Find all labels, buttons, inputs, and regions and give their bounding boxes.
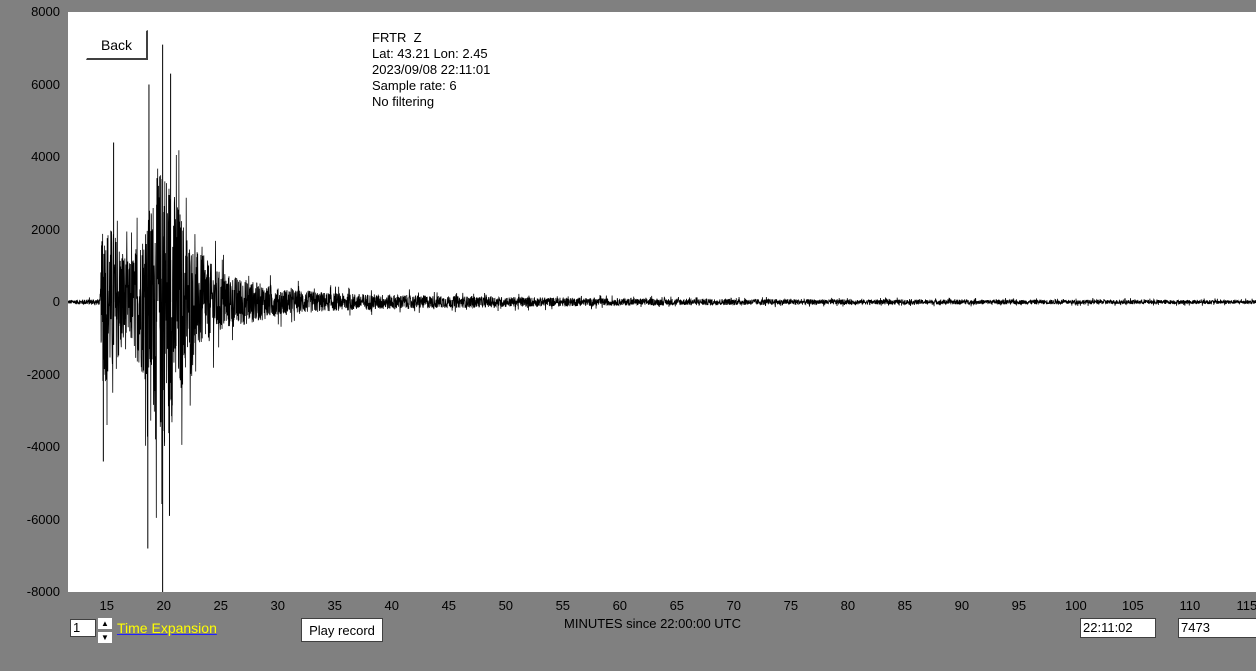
x-tick-label: 15	[99, 598, 114, 613]
y-tick-label: 2000	[31, 221, 60, 237]
x-tick-label: 40	[384, 598, 400, 613]
seismic-trace	[68, 150, 1256, 518]
seismogram-svg	[68, 44, 1256, 592]
y-tick-label: 0	[52, 294, 60, 309]
count-readout: 7473	[1178, 618, 1256, 638]
play-record-button[interactable]: Play record	[301, 618, 383, 642]
x-tick-label: 20	[156, 598, 171, 613]
x-tick-label: 80	[840, 598, 856, 613]
x-axis-label: MINUTES since 22:00:00 UTC	[564, 616, 742, 631]
sample-rate: Sample rate: 6	[372, 78, 457, 93]
x-tick-label: 75	[783, 598, 799, 613]
filter-status: No filtering	[372, 94, 435, 109]
x-tick-label: 70	[726, 598, 742, 613]
x-tick-label: 30	[270, 598, 285, 613]
x-tick-label: 115	[1236, 598, 1256, 613]
y-tick-label: -4000	[26, 439, 60, 454]
station-info: FRTR Z Lat: 43.21 Lon: 2.45 2023/09/08 2…	[372, 30, 490, 110]
x-tick-label: 45	[441, 598, 457, 613]
y-tick-label: -2000	[26, 366, 60, 382]
x-tick-label: 60	[612, 598, 628, 613]
x-tick-label: 110	[1179, 598, 1201, 613]
record-datetime: 2023/09/08 22:11:01	[372, 62, 491, 77]
x-tick-label: 25	[213, 598, 228, 613]
x-tick-label: 55	[555, 598, 571, 613]
spin-up-icon[interactable]: ▲	[97, 617, 113, 630]
back-button[interactable]: Back	[86, 30, 148, 60]
time-readout: 22:11:02	[1080, 618, 1156, 638]
spin-down-icon[interactable]: ▼	[97, 631, 113, 644]
station-name: FRTR Z	[372, 30, 422, 45]
time-expansion-label: Time Expansion	[117, 620, 217, 636]
x-tick-label: 50	[498, 598, 514, 613]
time-expansion-input[interactable]: 1	[70, 619, 96, 637]
y-tick-label: 4000	[31, 149, 60, 164]
x-tick-label: 35	[327, 598, 343, 613]
x-tick-label: 100	[1065, 598, 1087, 613]
x-tick-label: 105	[1122, 598, 1144, 613]
y-tick-label: -6000	[26, 511, 60, 527]
seismogram-plot	[68, 12, 1256, 592]
y-tick-label: -8000	[26, 584, 60, 599]
station-location: Lat: 43.21 Lon: 2.45	[372, 46, 488, 61]
x-tick-label: 65	[669, 598, 685, 613]
y-tick-label: 6000	[31, 76, 60, 92]
x-tick-label: 95	[1011, 598, 1027, 613]
x-tick-label: 85	[897, 598, 913, 613]
x-tick-label: 90	[954, 598, 970, 613]
y-tick-label: 8000	[31, 4, 60, 19]
